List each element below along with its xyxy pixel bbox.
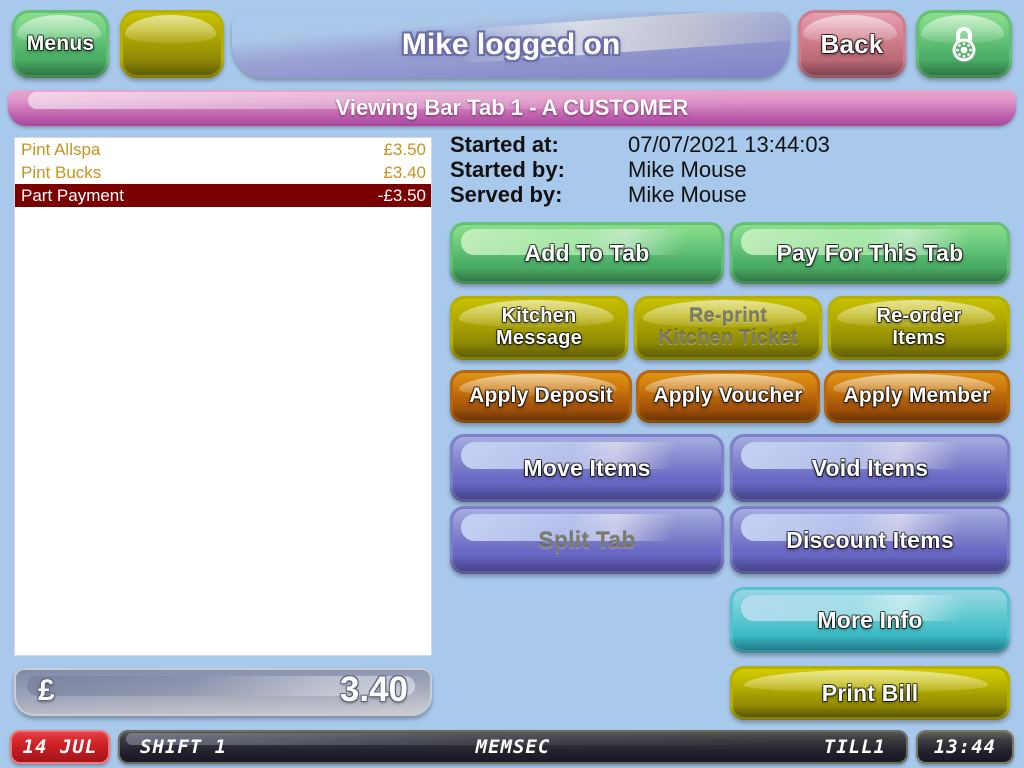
logged-on-banner: Mike logged on (232, 12, 790, 78)
page-title: Viewing Bar Tab 1 - A CUSTOMER (335, 95, 689, 120)
move-items-button[interactable]: Move Items (450, 434, 724, 502)
padlock-icon (941, 24, 987, 64)
discount-items-button-label: Discount Items (786, 526, 954, 553)
info-value: Mike Mouse (628, 156, 747, 182)
status-clock: 13:44 (916, 730, 1014, 764)
lock-button[interactable] (916, 10, 1012, 78)
re-print-kitchen-ticket-button-label: Re-print Kitchen Ticket (658, 305, 798, 349)
tab-item-name: Pint Allspa (21, 139, 101, 159)
info-label: Started at: (450, 131, 559, 157)
status-date: 14 JUL (10, 730, 110, 764)
menus-button[interactable]: Menus (12, 10, 109, 78)
back-button-label: Back (820, 28, 884, 59)
add-to-tab-button[interactable]: Add To Tab (450, 222, 724, 284)
split-tab-button: Split Tab (450, 506, 724, 574)
tab-item-amount: -£3.50 (377, 185, 426, 205)
tab-item-row[interactable]: Pint Bucks £3.40 (15, 161, 431, 184)
pay-for-this-tab-button[interactable]: Pay For This Tab (730, 222, 1010, 284)
apply-deposit-button-label: Apply Deposit (469, 384, 613, 408)
page-title-bar: Viewing Bar Tab 1 - A CUSTOMER (8, 90, 1016, 126)
void-items-button-label: Void Items (811, 454, 929, 481)
apply-voucher-button[interactable]: Apply Voucher (636, 370, 820, 423)
pos-screen: Menus Mike logged on Back Viewing Bar Ta… (0, 0, 1024, 768)
info-value: 07/07/2021 13:44:03 (628, 131, 830, 157)
re-order-items-button[interactable]: Re-order Items (828, 296, 1010, 360)
info-label: Served by: (450, 181, 563, 207)
total-currency-symbol: £ (38, 674, 55, 707)
split-tab-button-label: Split Tab (538, 526, 636, 553)
void-items-button[interactable]: Void Items (730, 434, 1010, 502)
tab-items-list[interactable]: Pint Allspa £3.50 Pint Bucks £3.40 Part Paym… (14, 137, 432, 656)
print-bill-button[interactable]: Print Bill (730, 666, 1010, 720)
re-order-items-button-label: Re-order Items (876, 305, 962, 349)
tab-item-row[interactable]: Pint Allspa £3.50 (15, 138, 431, 161)
apply-member-button-label: Apply Member (843, 384, 991, 408)
status-bar: 14 JUL SHIFT 1 MEMSEC TILL1 13:44 (0, 728, 1024, 768)
info-row: Started by: Mike Mouse (450, 157, 1010, 182)
tab-item-name: Part Payment (21, 185, 124, 205)
total-amount: 3.40 (339, 670, 408, 709)
move-items-button-label: Move Items (523, 454, 651, 481)
more-info-button-label: More Info (817, 606, 923, 633)
total-bar: £ 3.40 (14, 668, 432, 716)
status-operator: MEMSEC (475, 736, 551, 758)
status-till: TILL1 (823, 736, 886, 758)
print-bill-button-label: Print Bill (821, 679, 919, 706)
tab-info-panel: Started at: 07/07/2021 13:44:03 Started by… (450, 132, 1010, 212)
tab-item-amount: £3.50 (383, 139, 426, 159)
kitchen-message-button[interactable]: Kitchen Message (450, 296, 628, 360)
header-bar: Menus Mike logged on Back (0, 0, 1024, 86)
info-row: Served by: Mike Mouse (450, 182, 1010, 207)
apply-deposit-button[interactable]: Apply Deposit (450, 370, 632, 423)
more-info-button[interactable]: More Info (730, 587, 1010, 653)
info-row: Started at: 07/07/2021 13:44:03 (450, 132, 1010, 157)
kitchen-message-button-label: Kitchen Message (496, 305, 582, 349)
discount-items-button[interactable]: Discount Items (730, 506, 1010, 574)
apply-member-button[interactable]: Apply Member (824, 370, 1010, 423)
info-label: Started by: (450, 156, 565, 182)
logged-on-text: Mike logged on (401, 28, 621, 61)
back-button[interactable]: Back (798, 10, 906, 78)
tab-item-row[interactable]: Part Payment -£3.50 (15, 184, 431, 207)
tab-item-name: Pint Bucks (21, 162, 102, 182)
tab-item-amount: £3.40 (383, 162, 426, 182)
menus-button-label: Menus (26, 31, 95, 55)
re-print-kitchen-ticket-button: Re-print Kitchen Ticket (634, 296, 822, 360)
blank-button[interactable] (120, 10, 224, 78)
info-value: Mike Mouse (628, 181, 747, 207)
status-main: SHIFT 1 MEMSEC TILL1 (118, 730, 908, 764)
apply-voucher-button-label: Apply Voucher (653, 384, 803, 408)
pay-for-this-tab-button-label: Pay For This Tab (776, 239, 964, 266)
add-to-tab-button-label: Add To Tab (524, 239, 650, 266)
